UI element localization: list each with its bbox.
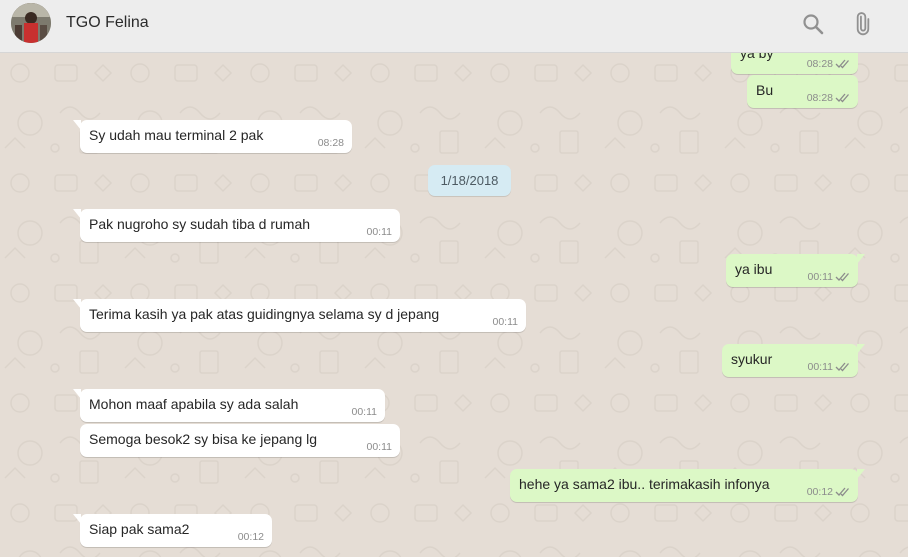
message-time: 08:28: [806, 92, 833, 104]
bubble-tail: [73, 209, 81, 219]
message-time: 00:11: [366, 441, 393, 453]
avatar-photo-icon: [11, 3, 51, 43]
message-time: 00:12: [806, 486, 833, 498]
message-time: 00:11: [807, 271, 834, 283]
search-icon[interactable]: [801, 12, 825, 36]
bubble-tail: [857, 469, 865, 479]
paperclip-icon[interactable]: [850, 12, 874, 36]
double-check-icon: [835, 59, 849, 69]
message-list[interactable]: ya by 08:28 Bu 08:28 Sy udah mau termina…: [0, 53, 908, 557]
message-time: 00:11: [807, 361, 834, 373]
message-text: Semoga besok2 sy bisa ke jepang lg: [89, 431, 318, 447]
message-time: 08:28: [317, 137, 344, 149]
message-text: syukur: [731, 351, 773, 367]
date-separator: 1/18/2018: [428, 165, 511, 196]
message-text: Siap pak sama2: [89, 521, 190, 537]
message-text: Pak nugroho sy sudah tiba d rumah: [89, 216, 311, 232]
message-text: Bu: [756, 82, 774, 98]
bubble-tail: [857, 254, 865, 264]
double-check-icon: [835, 272, 849, 282]
bubble-tail: [857, 344, 865, 354]
message-text: Terima kasih ya pak atas guidingnya sela…: [89, 306, 440, 322]
double-check-icon: [835, 93, 849, 103]
message-outgoing[interactable]: ya ibu 00:11: [726, 254, 865, 287]
message-time: 08:28: [806, 58, 833, 70]
message-incoming[interactable]: Sy udah mau terminal 2 pak 08:28: [73, 120, 352, 153]
message-incoming[interactable]: Terima kasih ya pak atas guidingnya sela…: [73, 299, 526, 332]
message-time: 00:12: [237, 531, 264, 543]
message-text: ya by: [740, 53, 774, 61]
double-check-icon: [835, 487, 849, 497]
message-outgoing[interactable]: Bu 08:28: [747, 75, 858, 108]
message-time: 00:11: [366, 226, 393, 238]
message-incoming[interactable]: Siap pak sama2 00:12: [73, 514, 272, 547]
contact-name[interactable]: TGO Felina: [66, 14, 149, 32]
message-outgoing[interactable]: syukur 00:11: [722, 344, 865, 377]
bubble-tail: [73, 299, 81, 309]
message-text: hehe ya sama2 ibu.. terimakasih infonya: [519, 476, 770, 492]
message-text: Sy udah mau terminal 2 pak: [89, 127, 264, 143]
contact-avatar[interactable]: [11, 3, 51, 43]
bubble-tail: [73, 120, 81, 130]
message-incoming[interactable]: Pak nugroho sy sudah tiba d rumah 00:11: [73, 209, 400, 242]
message-text: ya ibu: [735, 261, 773, 277]
message-time: 00:11: [351, 406, 378, 418]
message-outgoing[interactable]: hehe ya sama2 ibu.. terimakasih infonya …: [510, 469, 865, 502]
message-incoming[interactable]: Semoga besok2 sy bisa ke jepang lg 00:11: [80, 424, 400, 457]
double-check-icon: [835, 362, 849, 372]
chat-header: TGO Felina: [0, 0, 908, 53]
bubble-tail: [73, 389, 81, 399]
message-text: Mohon maaf apabila sy ada salah: [89, 396, 299, 412]
bubble-tail: [73, 514, 81, 524]
message-outgoing[interactable]: ya by 08:28: [731, 53, 858, 74]
message-incoming[interactable]: Mohon maaf apabila sy ada salah 00:11: [73, 389, 385, 422]
message-time: 00:11: [492, 316, 519, 328]
